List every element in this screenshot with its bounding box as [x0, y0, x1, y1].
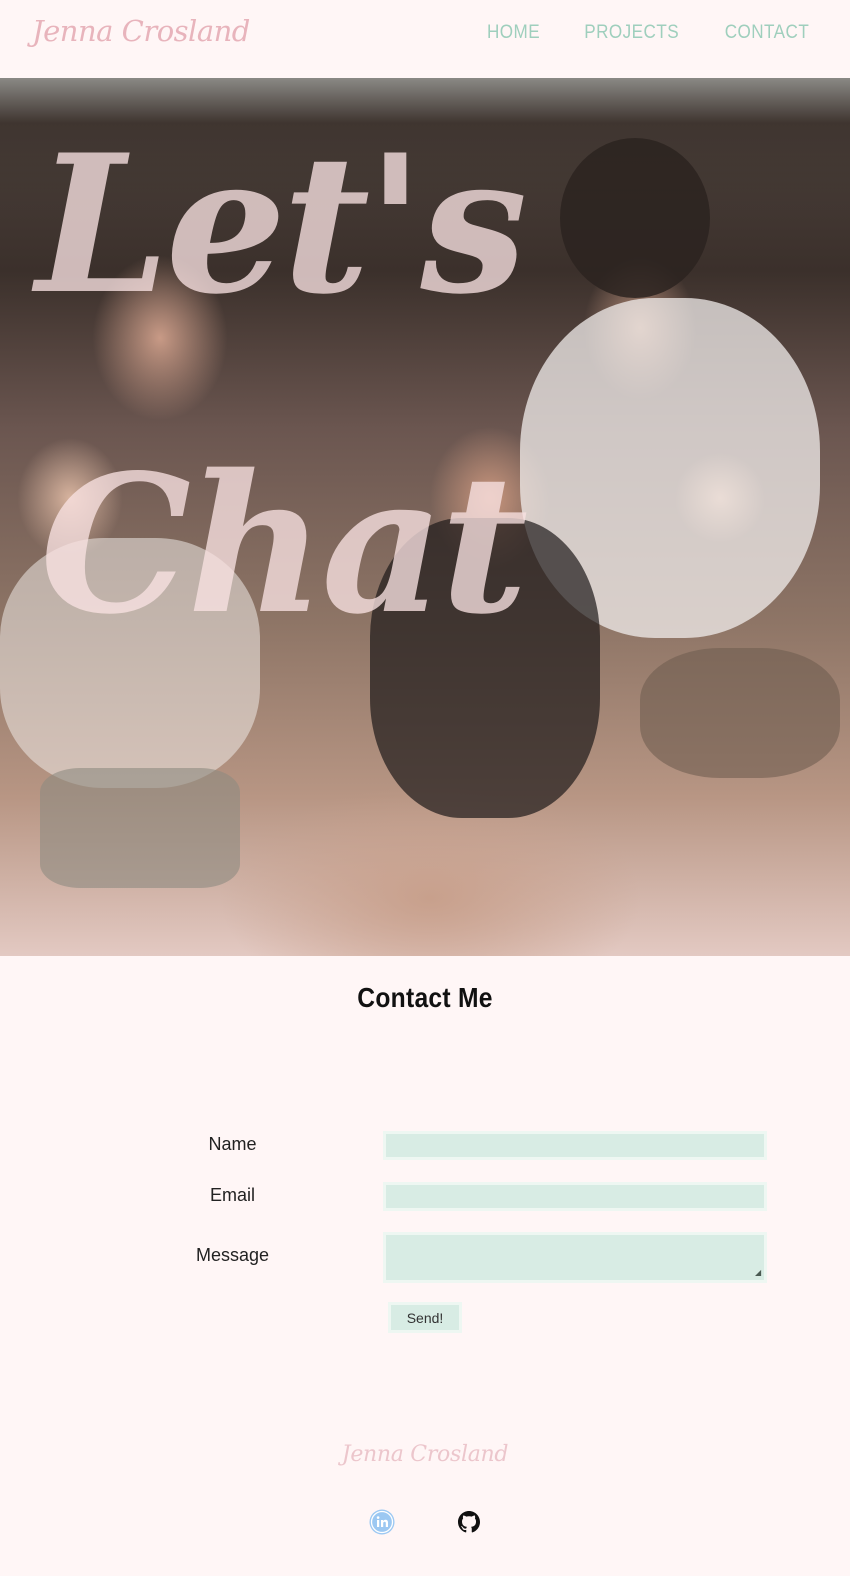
github-link[interactable]: [456, 1509, 482, 1535]
photo-shape-shorts: [640, 648, 840, 778]
send-button[interactable]: Send!: [388, 1302, 462, 1333]
contact-title: Contact Me: [357, 982, 493, 1013]
name-label: Name: [208, 1134, 257, 1154]
nav-contact-link[interactable]: CONTACT: [725, 22, 810, 44]
linkedin-link[interactable]: [369, 1509, 395, 1535]
main-nav: HOME PROJECTS CONTACT: [484, 22, 814, 44]
message-label: Message: [195, 1245, 270, 1265]
email-label: Email: [209, 1185, 255, 1205]
photo-shape-dress: [370, 518, 600, 818]
hero-image: Let's Chat: [0, 78, 850, 956]
resize-grip-icon[interactable]: ◢: [755, 1269, 761, 1277]
footer-logo: Jenna Crosland: [341, 1442, 509, 1467]
site-header: Jenna Crosland HOME PROJECTS CONTACT: [0, 0, 850, 78]
site-logo[interactable]: Jenna Crosland: [32, 14, 250, 48]
photo-shape-hair: [560, 138, 710, 298]
github-icon: [458, 1511, 480, 1533]
name-input[interactable]: [383, 1131, 767, 1160]
nav-projects-link[interactable]: PROJECTS: [584, 22, 679, 44]
headboard: [0, 78, 850, 228]
photo-shape-blanket: [40, 768, 240, 888]
linkedin-icon: [369, 1509, 395, 1535]
email-input[interactable]: [383, 1182, 767, 1211]
nav-home-link[interactable]: HOME: [487, 22, 540, 44]
photo-shape-toddler: [0, 538, 260, 788]
message-textarea[interactable]: [383, 1232, 767, 1283]
